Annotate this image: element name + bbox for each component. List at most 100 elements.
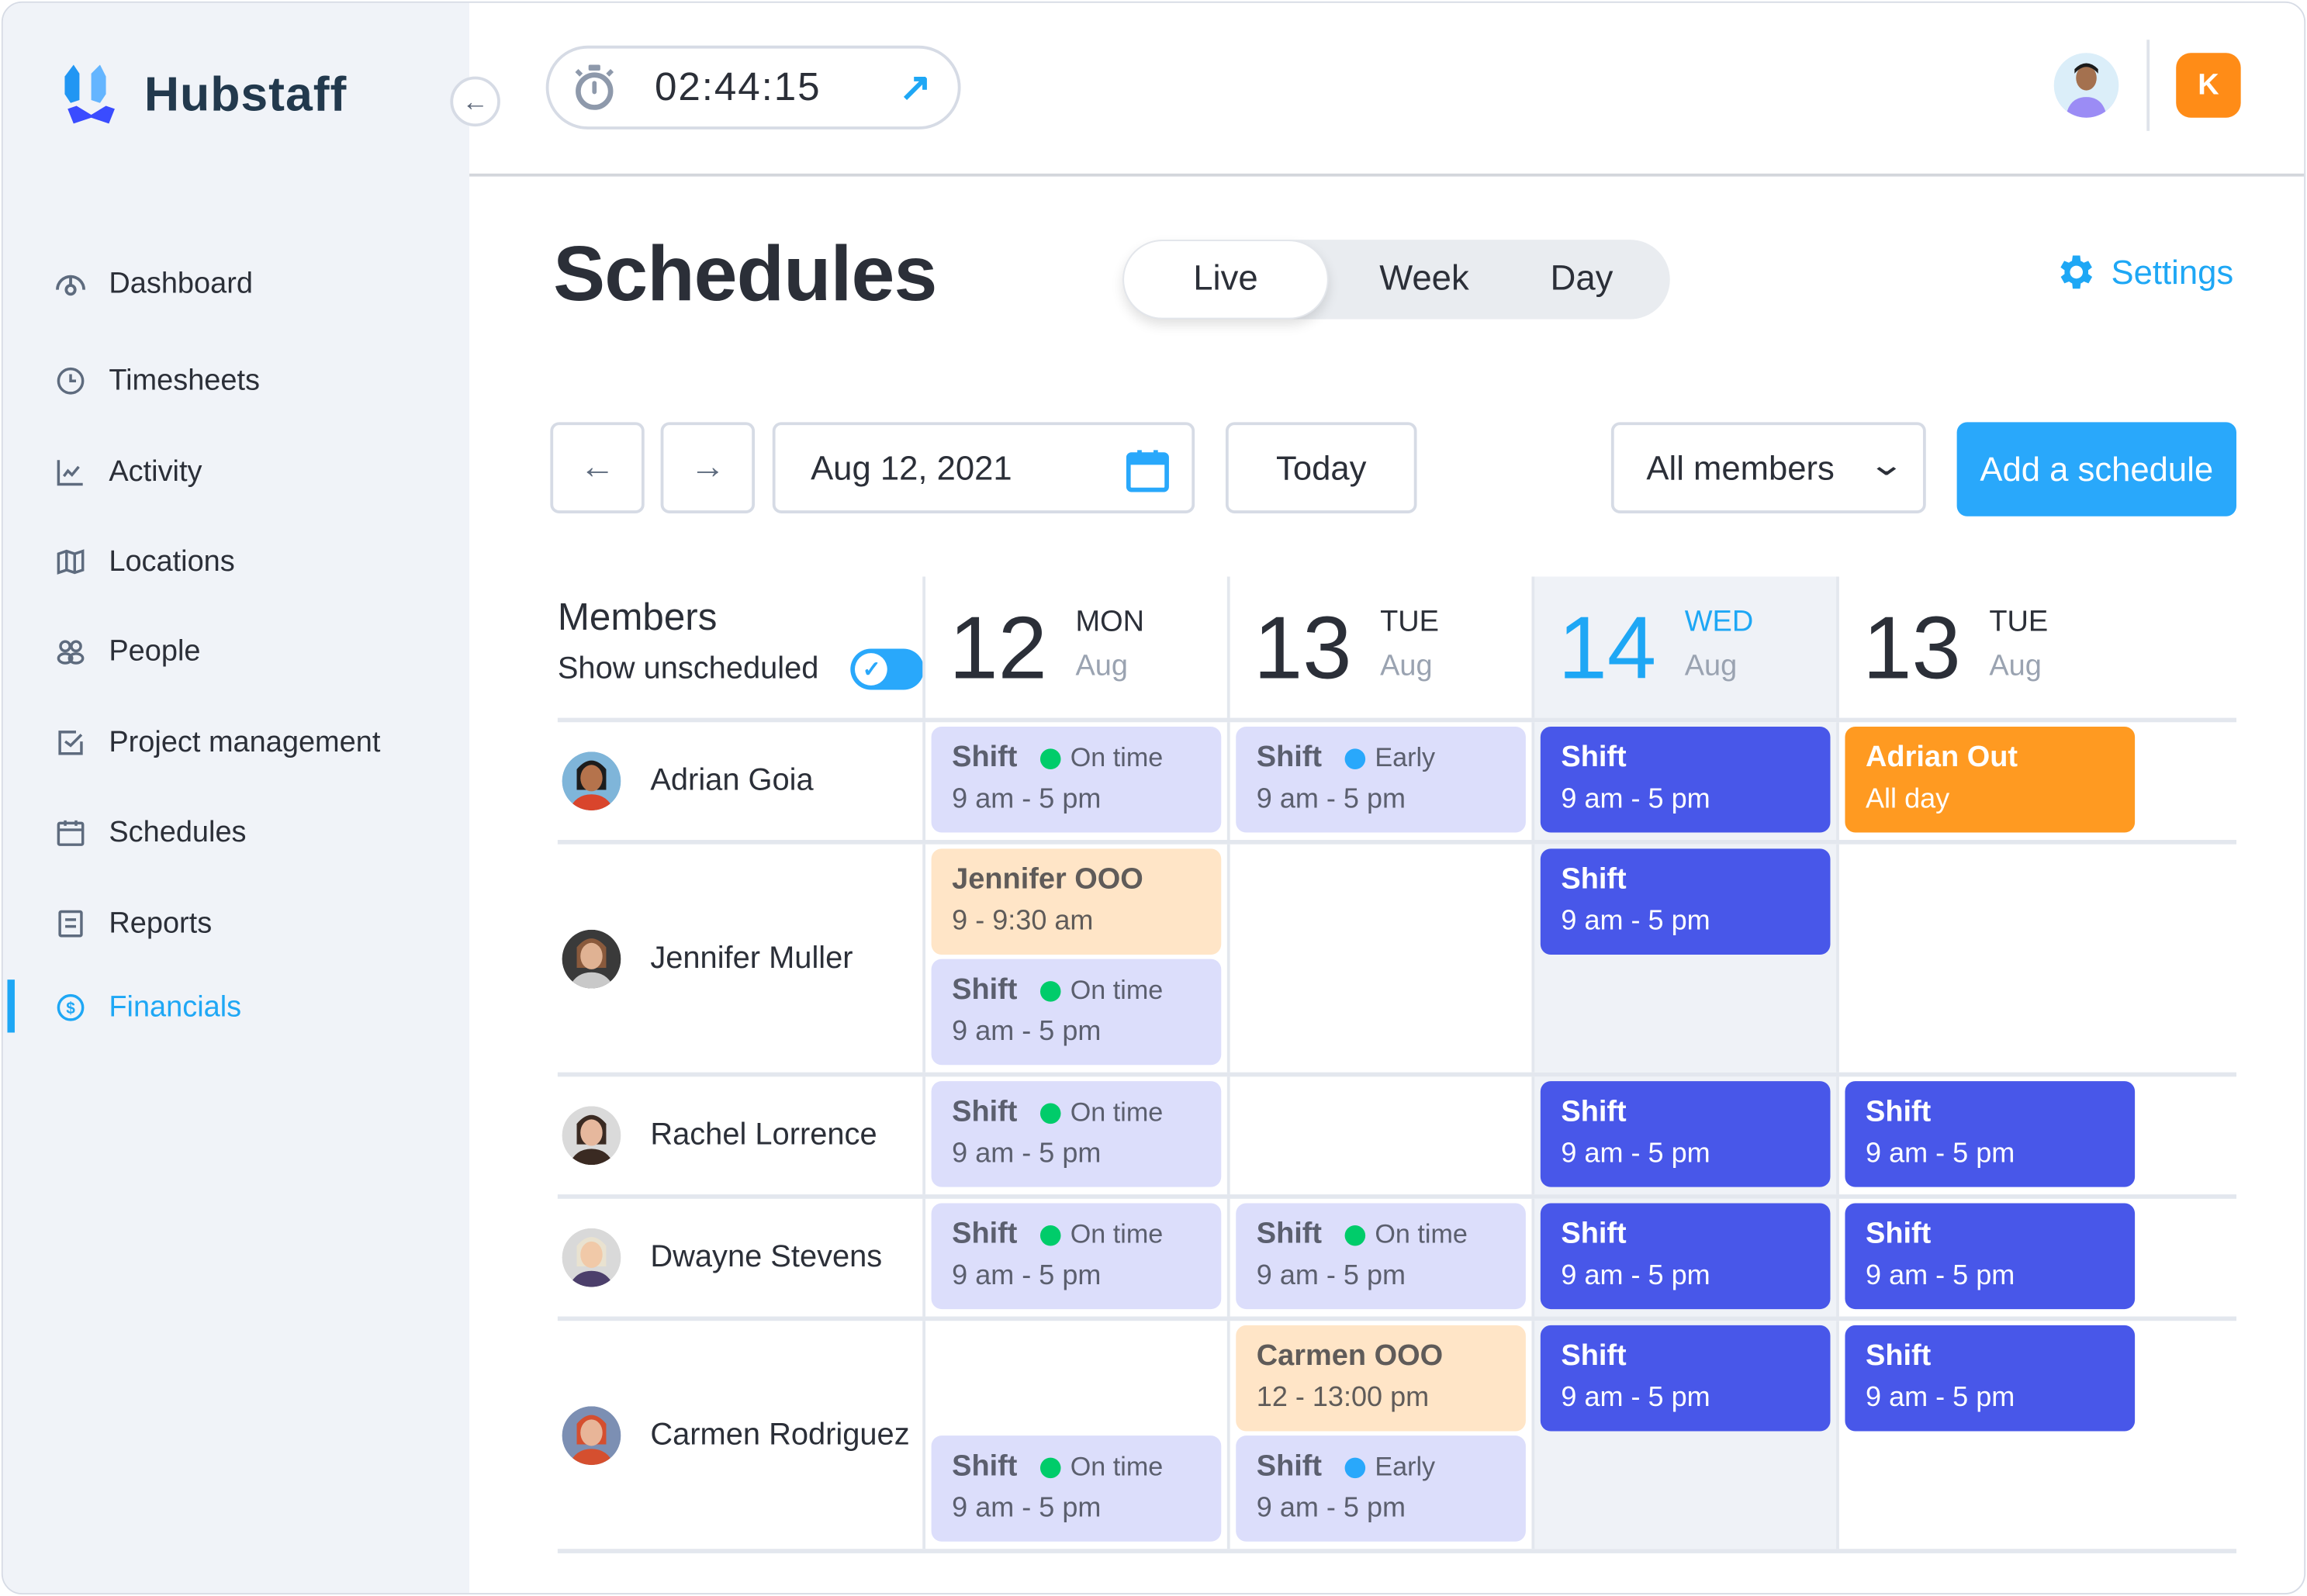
sidebar-item-financials[interactable]: $ Financials <box>3 962 469 1053</box>
shift-status: On time <box>1040 1097 1163 1128</box>
card-time: 9 am - 5 pm <box>952 783 1102 815</box>
schedule-cell[interactable] <box>1836 844 2141 1073</box>
shift-card[interactable]: Shift 9 am - 5 pm <box>1540 1081 1831 1187</box>
time-off-card[interactable]: Carmen OOO 12 - 13:00 pm <box>1236 1325 1526 1432</box>
card-time: All day <box>1866 783 1950 815</box>
card-title: Shift <box>1256 1450 1323 1483</box>
shift-card[interactable]: Shift Early 9 am - 5 pm <box>1236 1435 1526 1542</box>
schedule-cell[interactable]: Shift 9 am - 5 pm <box>1531 844 1837 1073</box>
brand-logo[interactable]: Hubstaff <box>56 59 347 130</box>
sidebar-item-reports[interactable]: Reports <box>3 878 469 969</box>
sidebar-item-label: Dashboard <box>109 267 253 299</box>
tab-live[interactable]: Live <box>1122 240 1329 320</box>
next-period-button[interactable]: → <box>660 422 756 513</box>
schedule-cell[interactable]: Shift 9 am - 5 pm <box>1531 1321 1837 1549</box>
shift-card[interactable]: Shift On time 9 am - 5 pm <box>931 726 1222 833</box>
day-of-week: TUE <box>1380 606 1439 639</box>
shift-status: Early <box>1345 743 1435 774</box>
shift-card[interactable]: Shift 9 am - 5 pm <box>1845 1081 2136 1187</box>
sidebar-item-people[interactable]: People <box>3 606 469 697</box>
member-name: Rachel Lorrence <box>650 1118 877 1152</box>
date-value: Aug 12, 2021 <box>811 447 1012 486</box>
collapse-sidebar-button[interactable]: ← <box>450 76 500 127</box>
shift-card[interactable]: Shift On time 9 am - 5 pm <box>931 1435 1222 1542</box>
schedule-cell[interactable]: Adrian Out All day <box>1836 722 2141 841</box>
card-time: 9 am - 5 pm <box>1561 906 1710 938</box>
date-picker[interactable]: Aug 12, 2021 <box>772 422 1195 513</box>
schedule-cell[interactable]: Shift Early 9 am - 5 pm <box>1226 722 1532 841</box>
shift-status-label: On time <box>1070 1452 1164 1481</box>
member-row: Dwayne Stevens Shift On time 9 am - 5 pm Shi… <box>557 1198 2236 1321</box>
schedule-cell[interactable]: Shift 9 am - 5 pm <box>1836 1321 2141 1549</box>
shift-card[interactable]: Shift 9 am - 5 pm <box>1540 726 1831 833</box>
shift-card[interactable]: Shift 9 am - 5 pm <box>1540 1325 1831 1432</box>
shift-card[interactable]: Shift On time 9 am - 5 pm <box>1236 1203 1526 1310</box>
schedule-cell[interactable]: Shift 9 am - 5 pm <box>1531 1198 1837 1317</box>
add-schedule-button[interactable]: Add a schedule <box>1956 422 2236 516</box>
report-icon <box>53 906 88 941</box>
members-header: Members Show unscheduled <box>558 594 925 690</box>
shift-card[interactable]: Shift On time 9 am - 5 pm <box>931 959 1222 1066</box>
member-info[interactable]: Carmen Rodriguez <box>558 1321 910 1549</box>
topbar-divider <box>2146 40 2150 131</box>
member-filter-select[interactable]: All members ⌄ <box>1610 422 1926 513</box>
shift-card[interactable]: Shift 9 am - 5 pm <box>1540 1203 1831 1310</box>
show-unscheduled-toggle[interactable] <box>851 648 925 690</box>
main-content: Schedules Live Week Day Settings ← → Aug… <box>469 177 2304 1594</box>
schedule-cell[interactable] <box>1226 1076 1532 1195</box>
schedule-cell[interactable]: Shift 9 am - 5 pm <box>1531 1076 1837 1195</box>
schedule-cell[interactable]: Shift On time 9 am - 5 pm <box>1226 1198 1532 1317</box>
schedule-cell[interactable]: Shift On time 9 am - 5 pm <box>922 1198 1227 1317</box>
shift-card[interactable]: Shift 9 am - 5 pm <box>1845 1203 2136 1310</box>
day-month: Aug <box>1075 650 1128 683</box>
schedule-cell[interactable]: Shift On time 9 am - 5 pm <box>922 1321 1227 1549</box>
sidebar-item-dashboard[interactable]: Dashboard <box>3 238 469 330</box>
schedule-cell[interactable]: Shift On time 9 am - 5 pm <box>922 722 1227 841</box>
organization-badge[interactable]: K <box>2176 53 2241 118</box>
user-photo <box>2053 53 2119 118</box>
user-avatar[interactable] <box>2053 53 2119 118</box>
open-timer-arrow-icon[interactable]: ↗ <box>899 64 931 110</box>
settings-link[interactable]: Settings <box>2053 250 2233 294</box>
today-button[interactable]: Today <box>1225 422 1417 513</box>
shift-status-label: On time <box>1070 1219 1164 1249</box>
member-avatar <box>562 1405 621 1465</box>
member-avatar <box>562 928 621 988</box>
member-info[interactable]: Rachel Lorrence <box>558 1076 877 1194</box>
card-time: 9 am - 5 pm <box>952 1138 1102 1169</box>
shift-card[interactable]: Shift On time 9 am - 5 pm <box>931 1203 1222 1310</box>
sidebar-item-activity[interactable]: Activity <box>3 427 469 518</box>
shift-card[interactable]: Shift 9 am - 5 pm <box>1845 1325 2136 1432</box>
time-off-card[interactable]: Jennifer OOO 9 - 9:30 am <box>931 848 1222 955</box>
member-info[interactable]: Jennifer Muller <box>558 845 853 1073</box>
schedule-cell[interactable]: Shift 9 am - 5 pm <box>1836 1076 2141 1195</box>
schedule-cell[interactable]: Shift 9 am - 5 pm <box>1531 722 1837 841</box>
sidebar-item-locations[interactable]: Locations <box>3 516 469 608</box>
previous-period-button[interactable]: ← <box>550 422 645 513</box>
schedule-cell[interactable]: Jennifer OOO 9 - 9:30 am Shift On time 9 am … <box>922 844 1227 1073</box>
schedule-cell[interactable] <box>1226 844 1532 1073</box>
sidebar-item-timesheets[interactable]: Timesheets <box>3 335 469 427</box>
schedule-cell[interactable]: Shift On time 9 am - 5 pm <box>922 1076 1227 1195</box>
member-info[interactable]: Dwayne Stevens <box>558 1199 882 1317</box>
tab-week[interactable]: Week <box>1344 240 1506 319</box>
member-name: Jennifer Muller <box>650 940 853 975</box>
member-info[interactable]: Adrian Goia <box>558 722 814 840</box>
timer-widget[interactable]: 02:44:15 ↗ <box>545 45 961 130</box>
shift-card[interactable]: Shift 9 am - 5 pm <box>1540 848 1831 955</box>
card-time: 9 am - 5 pm <box>1866 1260 2015 1292</box>
day-month: Aug <box>1380 650 1433 683</box>
shift-card[interactable]: Shift Early 9 am - 5 pm <box>1236 726 1526 833</box>
schedule-cell[interactable]: Carmen OOO 12 - 13:00 pm Shift Early 9 am - … <box>1226 1321 1532 1549</box>
card-title: Shift <box>952 741 1018 774</box>
tab-day[interactable]: Day <box>1508 240 1655 319</box>
time-off-card[interactable]: Adrian Out All day <box>1845 726 2136 833</box>
people-icon <box>53 634 88 669</box>
sidebar-item-schedules[interactable]: Schedules <box>3 787 469 879</box>
calendar-icon <box>53 815 88 851</box>
shift-card[interactable]: Shift On time 9 am - 5 pm <box>931 1081 1222 1187</box>
member-row: Carmen Rodriguez Shift On time 9 am - 5 pm C… <box>557 1321 2236 1553</box>
schedule-cell[interactable]: Shift 9 am - 5 pm <box>1836 1198 2141 1317</box>
sidebar-item-project-management[interactable]: Project management <box>3 697 469 789</box>
status-dot-icon <box>1345 748 1366 769</box>
